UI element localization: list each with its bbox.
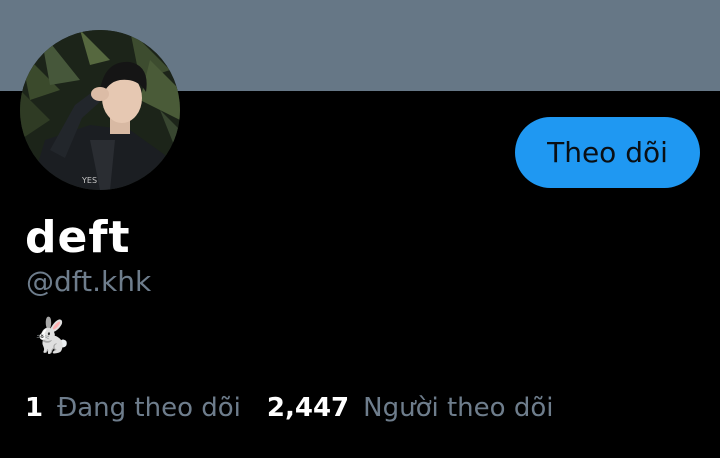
follow-button[interactable]: Theo dõi xyxy=(515,117,700,188)
following-count: 1 xyxy=(25,393,44,423)
profile-page: YES Theo dõi deft @dft.khk 🐇 1 Đang theo… xyxy=(0,0,720,458)
username-handle: @dft.khk xyxy=(26,265,152,298)
follow-button-label: Theo dõi xyxy=(547,136,668,169)
followers-link[interactable]: 2,447 Người theo dõi xyxy=(267,388,554,428)
avatar-image: YES xyxy=(20,30,180,190)
followers-label: Người theo dõi xyxy=(363,393,554,423)
following-link[interactable]: 1 Đang theo dõi xyxy=(25,388,241,428)
profile-bio: 🐇 xyxy=(30,316,73,356)
follow-stats: 1 Đang theo dõi 2,447 Người theo dõi xyxy=(25,388,553,428)
followers-count: 2,447 xyxy=(266,393,350,423)
display-name: deft xyxy=(25,212,131,263)
avatar[interactable]: YES xyxy=(20,30,180,190)
following-label: Đang theo dõi xyxy=(57,393,241,423)
svg-text:YES: YES xyxy=(81,176,97,185)
